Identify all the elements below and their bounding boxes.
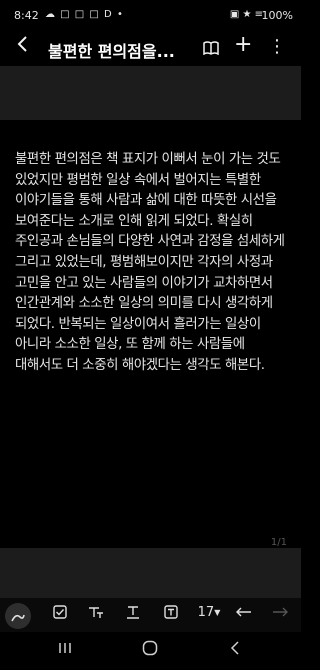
system-icons: ▣ ★ ≡ <box>229 9 263 20</box>
page-indicator: 1/1 <box>270 537 287 548</box>
text-box-icon[interactable] <box>163 605 179 625</box>
status-time: 8:42 <box>14 9 39 22</box>
nav-back-icon[interactable] <box>229 640 241 660</box>
battery-level: 100% <box>261 9 293 22</box>
font-size-select[interactable]: 17▼ <box>193 605 225 625</box>
text-style-icon[interactable] <box>88 605 104 625</box>
format-toolbar: 17▼ <box>0 598 301 632</box>
recent-apps-icon[interactable] <box>58 640 72 659</box>
redo-icon[interactable] <box>272 605 288 625</box>
status-bar: 8:42 ☁ □ □ □ D • ▣ ★ ≡ 100% <box>0 0 301 30</box>
font-size-value: 17 <box>197 605 215 620</box>
system-nav-bar <box>0 632 301 670</box>
more-vert-icon[interactable]: ⋮ <box>268 36 286 58</box>
checkbox-icon[interactable] <box>52 605 68 625</box>
plus-icon[interactable]: + <box>234 34 252 56</box>
bottom-area <box>0 548 301 598</box>
pen-icon[interactable] <box>5 603 31 629</box>
note-body[interactable]: 불편한 편의점은 책 표지가 이뻐서 눈이 가는 것도 있었지만 평범한 일상 … <box>15 150 291 377</box>
text-format-icon[interactable] <box>125 605 141 625</box>
back-arrow-icon[interactable] <box>16 34 30 58</box>
dropdown-arrow-icon: ▼ <box>214 608 221 617</box>
note-title[interactable]: 불편한 편의점을... <box>48 38 180 62</box>
book-icon[interactable] <box>203 40 219 56</box>
title-area <box>0 66 301 120</box>
notification-icons: ☁ □ □ □ D • <box>45 9 124 20</box>
undo-icon[interactable] <box>236 605 252 625</box>
note-toolbar: 불편한 편의점을... + ⋮ <box>0 30 301 66</box>
home-icon[interactable] <box>142 640 158 660</box>
